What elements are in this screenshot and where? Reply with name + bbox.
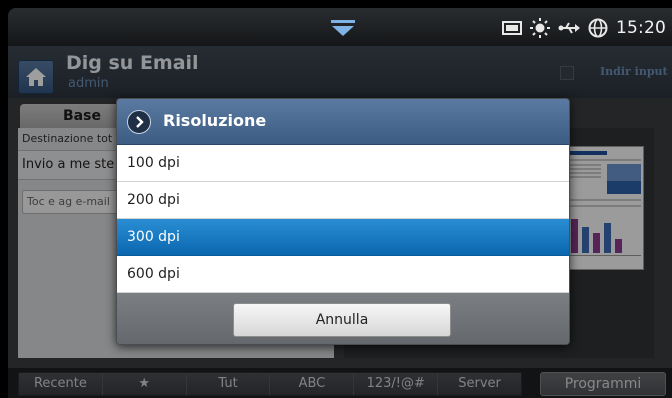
option-200-dpi[interactable]: 200 dpi xyxy=(117,182,569,219)
dialog-footer: Annulla xyxy=(117,293,569,344)
dialog-title-bar: Risoluzione xyxy=(117,99,569,145)
brightness-icon xyxy=(530,18,550,38)
dialog-title: Risoluzione xyxy=(163,111,267,130)
option-600-dpi[interactable]: 600 dpi xyxy=(117,256,569,293)
status-icons: 15:20 xyxy=(502,16,666,40)
option-300-dpi[interactable]: 300 dpi xyxy=(117,219,569,256)
network-globe-icon xyxy=(588,18,608,38)
clock: 15:20 xyxy=(616,18,666,38)
device-screen: 15:20 Dig su Email admin Indir input Bas… xyxy=(8,8,672,398)
resolution-options: 100 dpi 200 dpi 300 dpi 600 dpi xyxy=(117,145,569,293)
cancel-button[interactable]: Annulla xyxy=(233,303,451,337)
chevron-right-icon xyxy=(127,110,151,134)
drawer-handle-icon[interactable] xyxy=(330,18,356,38)
option-100-dpi[interactable]: 100 dpi xyxy=(117,145,569,182)
status-bar: 15:20 xyxy=(8,8,672,46)
resolution-dialog: Risoluzione 100 dpi 200 dpi 300 dpi 600 … xyxy=(116,98,570,345)
toner-icon xyxy=(502,20,522,36)
usb-icon xyxy=(558,20,580,36)
